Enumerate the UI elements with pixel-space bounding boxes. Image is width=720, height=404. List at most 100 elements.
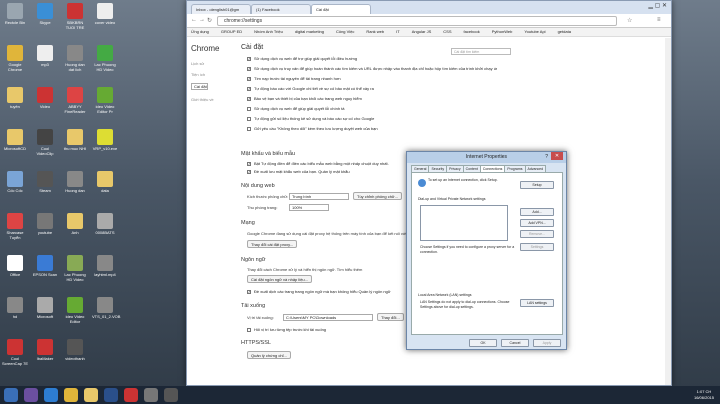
start-icon[interactable] <box>4 388 18 402</box>
desktop-icon[interactable]: 0008BATS <box>92 213 118 235</box>
privacy-checkbox[interactable]: Gửi yêu cầu "Không theo dõi" kèm theo lư… <box>247 126 497 131</box>
desktop-icon[interactable]: Cốc Cốc <box>2 171 28 193</box>
sidebar-item-settings[interactable]: Cài đặt <box>191 83 208 90</box>
desktop-icon[interactable]: data <box>92 171 118 193</box>
sidebar-item-extensions[interactable]: Tiện ích <box>191 72 241 77</box>
bookmark-item[interactable]: Angular JS <box>412 29 432 34</box>
desktop-icon[interactable]: Cool VideoClip <box>32 129 58 156</box>
bookmark-item[interactable]: IT <box>396 29 400 34</box>
tab-facebook[interactable]: (1) Facebook <box>251 4 311 14</box>
bookmark-item[interactable]: PythonWeb <box>492 29 513 34</box>
settings-search-input[interactable]: Cài đặt tìm kiếm <box>451 48 511 55</box>
clock[interactable]: 1:07 CH 16/06/2015 <box>694 389 714 401</box>
desktop-icon[interactable]: Skype <box>32 3 58 25</box>
setup-button[interactable]: Setup <box>520 181 554 189</box>
desktop-icon[interactable]: ideo Video Editor Pr <box>92 87 118 114</box>
desktop-icon[interactable]: mp3 <box>32 45 58 67</box>
viber-icon[interactable] <box>24 388 38 402</box>
privacy-checkbox[interactable]: ✓ Tìm nạp trước tài nguyên để tải trang n… <box>247 76 497 81</box>
translate-checkbox[interactable]: ✓ Đề xuất dịch các trang trang ngôn ngữ m… <box>247 289 391 294</box>
sidebar-item-history[interactable]: Lịch sử <box>191 61 241 66</box>
add-vpn-button[interactable]: Add VPN... <box>520 219 554 227</box>
forward-icon[interactable]: → <box>199 17 205 23</box>
tab-gmail[interactable]: Inbox - olenglish01@gm <box>191 4 251 14</box>
desktop-icon[interactable]: IbaMaker <box>32 339 58 361</box>
word-icon[interactable] <box>104 388 118 402</box>
desktop-icon[interactable]: VRP_v10.exe <box>92 129 118 151</box>
desktop-icon[interactable]: ideo Video Editor <box>62 297 88 324</box>
dialog-tab[interactable]: Content <box>462 165 481 172</box>
desktop-icon[interactable]: Cool ScreenCap 7E <box>2 339 28 366</box>
save-passwords-checkbox[interactable]: ✓ Đề xuất lưu mật khẩu web của bạn. Quản … <box>247 169 350 174</box>
remove-button[interactable]: Remove... <box>520 230 554 238</box>
explorer-icon[interactable] <box>84 388 98 402</box>
app-icon[interactable] <box>144 388 158 402</box>
desktop-icon[interactable]: Steam <box>32 171 58 193</box>
ok-button[interactable]: OK <box>469 339 497 347</box>
desktop-icon[interactable]: Google Chrome <box>2 45 28 72</box>
bookmark-item[interactable]: getdata <box>558 29 571 34</box>
privacy-checkbox[interactable]: Sử dụng dịch vụ web để giúp giải quyết l… <box>247 106 497 111</box>
ie-icon[interactable] <box>44 388 58 402</box>
desktop-icon[interactable]: VTS_01_2.VOB <box>92 297 120 319</box>
desktop-icon[interactable]: thu muc NHI <box>62 129 88 151</box>
tab-settings[interactable]: Cài đặt <box>311 4 371 14</box>
dialog-tab[interactable]: Security <box>428 165 448 172</box>
privacy-checkbox[interactable]: ✓ Sử dụng dịch vụ truy vấn để giúp hoàn t… <box>247 66 497 71</box>
bookmark-item[interactable]: Ứng dụng <box>191 29 209 34</box>
dialog-tab[interactable]: Connections <box>479 165 506 172</box>
desktop-icon[interactable]: Microsoft <box>32 297 58 319</box>
app-icon[interactable] <box>124 388 138 402</box>
sidebar-item-about[interactable]: Giới thiệu về <box>191 97 241 102</box>
desktop-icon[interactable]: youtube <box>32 213 58 235</box>
url-input[interactable]: chrome://settings <box>217 16 617 26</box>
desktop-icon[interactable]: Sharcase Tuyển <box>2 213 28 240</box>
language-settings-button[interactable]: Cài đặt ngôn ngữ và nhập liệu... <box>247 275 312 283</box>
ask-download-checkbox[interactable]: Hỏi vị trí lưu từng tệp trước khi tải xu… <box>247 327 326 332</box>
desktop-icon[interactable]: Huong dan <box>62 171 88 193</box>
privacy-checkbox[interactable]: ✓ Bảo vệ bạn và thiết bị của bạn khỏi các… <box>247 96 497 101</box>
font-size-select[interactable]: Trung bình <box>289 193 349 200</box>
desktop-icon[interactable]: layhtml.mp4 <box>92 255 118 277</box>
zoom-select[interactable]: 100% <box>289 204 329 211</box>
window-controls[interactable]: ▁ ▢ ✕ <box>648 2 667 9</box>
settings-button[interactable]: Settings <box>520 243 554 251</box>
bookmark-item[interactable]: Rank web <box>366 29 384 34</box>
autofill-checkbox[interactable]: ✓ Bật Tự động điền để điền các biểu mẫu w… <box>247 161 389 166</box>
bookmark-item[interactable]: Nhóm Anh Triệu <box>254 29 283 34</box>
star-icon[interactable]: ☆ <box>627 17 632 24</box>
desktop-icon[interactable]: Rectcle Bin <box>2 3 28 25</box>
dialog-tab[interactable]: General <box>411 165 430 172</box>
desktop-icon[interactable]: SBKBRN TUOI TRE <box>62 3 88 30</box>
bookmark-item[interactable]: digital marketing <box>295 29 324 34</box>
lan-settings-button[interactable]: LAN settings <box>520 299 554 307</box>
dialog-tab[interactable]: Privacy <box>446 165 464 172</box>
dialog-tab[interactable]: Advanced <box>524 165 547 172</box>
desktop-icon[interactable]: Video <box>32 87 58 109</box>
privacy-checkbox[interactable]: ✓ Tự động báo cáo với Google chi tiết về … <box>247 86 497 91</box>
desktop-icon[interactable]: MicrosoftCD <box>2 129 28 151</box>
bookmark-item[interactable]: GROUP ED <box>221 29 242 34</box>
bookmark-item[interactable]: Youtube Api <box>524 29 545 34</box>
bookmark-item[interactable]: facebook <box>464 29 480 34</box>
add-button[interactable]: Add... <box>520 208 554 216</box>
desktop-icon[interactable]: Lac Phuong HD Video <box>62 255 88 282</box>
change-download-button[interactable]: Thay đổi... <box>377 313 404 321</box>
help-icon[interactable]: ? <box>545 152 548 163</box>
app-icon[interactable] <box>164 388 178 402</box>
bookmark-item[interactable]: CSS <box>443 29 451 34</box>
desktop-icon[interactable]: tuyên <box>2 87 28 109</box>
download-location-input[interactable]: C:\Users\MY PC\Downloads <box>283 314 373 321</box>
customize-fonts-button[interactable]: Tùy chỉnh phông chữ... <box>353 192 402 200</box>
desktop-icon[interactable]: ABBYY FineReader <box>62 87 88 114</box>
desktop-icon[interactable]: videothanh <box>62 339 88 361</box>
scrollbar[interactable] <box>665 38 671 385</box>
desktop-icon[interactable]: Anh <box>62 213 88 235</box>
manage-certificates-button[interactable]: Quản lý chứng chỉ... <box>247 351 291 359</box>
proxy-settings-button[interactable]: Thay đổi cài đặt proxy... <box>247 240 298 248</box>
dialog-tab[interactable]: Programs <box>504 165 526 172</box>
bookmark-item[interactable]: Công Việc <box>336 29 354 34</box>
desktop-icon[interactable]: hd <box>2 297 28 319</box>
desktop-icon[interactable]: Office <box>2 255 28 277</box>
menu-icon[interactable]: ≡ <box>657 17 661 23</box>
